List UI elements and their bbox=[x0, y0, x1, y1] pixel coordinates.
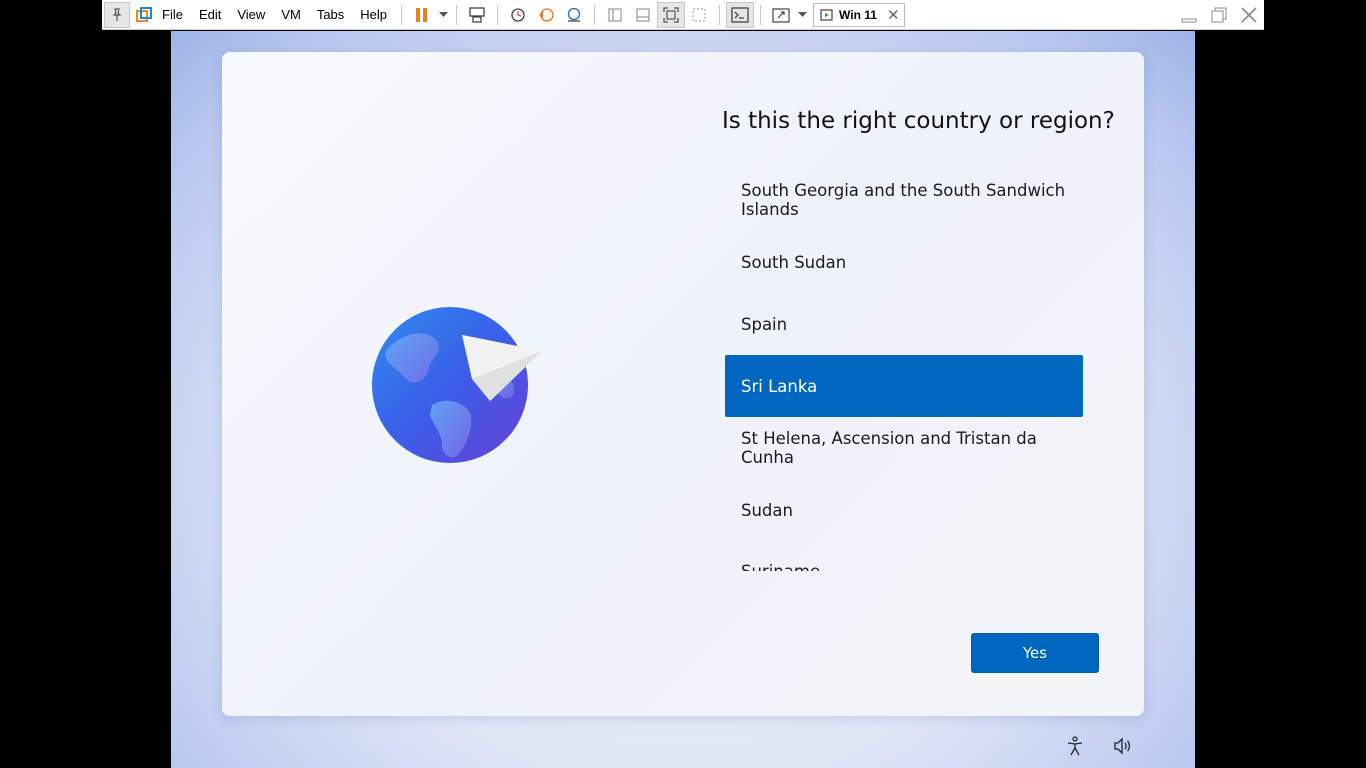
vm-running-icon bbox=[820, 8, 833, 21]
console-view-icon[interactable] bbox=[726, 1, 755, 28]
toolbar-separator bbox=[719, 4, 721, 25]
oobe-card: Is this the right country or region? Sou… bbox=[222, 52, 1144, 716]
vmware-logo-icon bbox=[134, 3, 154, 27]
toolbar-separator bbox=[456, 4, 458, 25]
snapshot-icon[interactable] bbox=[504, 2, 532, 28]
toolbar-separator bbox=[401, 4, 403, 25]
list-item-selected[interactable]: Sri Lanka bbox=[725, 355, 1083, 417]
tab-title: Win 11 bbox=[839, 7, 877, 22]
globe-illustration-icon bbox=[372, 305, 547, 465]
tab-win11[interactable]: Win 11 ✕ bbox=[813, 2, 905, 27]
window-controls bbox=[1174, 0, 1264, 30]
stretch-guest-icon[interactable] bbox=[767, 2, 795, 28]
region-label: Spain bbox=[741, 314, 788, 334]
thumbnail-bar-icon[interactable] bbox=[629, 2, 657, 28]
list-item[interactable]: Sudan bbox=[725, 479, 1083, 541]
list-item[interactable]: St Helena, Ascension and Tristan da Cunh… bbox=[725, 417, 1083, 479]
toolbar-separator bbox=[594, 4, 596, 25]
show-library-icon[interactable] bbox=[601, 2, 629, 28]
list-item[interactable]: Spain bbox=[725, 293, 1083, 355]
list-item[interactable]: South Sudan bbox=[725, 231, 1083, 293]
menu-edit[interactable]: Edit bbox=[191, 2, 229, 28]
region-label: Suriname bbox=[741, 562, 820, 571]
region-label: Sri Lanka bbox=[741, 376, 818, 396]
restore-icon[interactable] bbox=[1204, 0, 1234, 30]
list-item[interactable]: Suriname bbox=[725, 541, 1083, 571]
close-icon[interactable]: ✕ bbox=[887, 6, 900, 24]
chevron-down-icon[interactable] bbox=[795, 2, 809, 28]
page-title: Is this the right country or region? bbox=[722, 108, 1115, 134]
yes-button[interactable]: Yes bbox=[971, 633, 1099, 673]
toolbar-separator bbox=[760, 4, 762, 25]
menu-help[interactable]: Help bbox=[352, 2, 395, 28]
close-window-icon[interactable] bbox=[1234, 0, 1264, 30]
vm-screen[interactable]: Is this the right country or region? Sou… bbox=[171, 31, 1195, 768]
menu-view[interactable]: View bbox=[229, 2, 273, 28]
menu-file[interactable]: File bbox=[154, 2, 191, 28]
unity-icon[interactable] bbox=[685, 2, 713, 28]
chevron-down-icon[interactable] bbox=[436, 2, 450, 28]
menu-tabs[interactable]: Tabs bbox=[309, 2, 352, 28]
toolbar-separator bbox=[497, 4, 499, 25]
volume-icon[interactable] bbox=[1112, 735, 1134, 757]
accessibility-icon[interactable] bbox=[1064, 735, 1086, 757]
vmware-toolbar: File Edit View VM Tabs Help Win 11 ✕ bbox=[102, 0, 1264, 30]
pin-icon[interactable] bbox=[104, 1, 130, 28]
menu-vm[interactable]: VM bbox=[273, 2, 309, 28]
snapshot-manager-icon[interactable] bbox=[560, 2, 588, 28]
send-ctrl-alt-del-icon[interactable] bbox=[463, 2, 491, 28]
region-label: South Georgia and the South Sandwich Isl… bbox=[741, 181, 1066, 219]
region-list[interactable]: South Georgia and the South Sandwich Isl… bbox=[725, 169, 1083, 599]
minimize-icon[interactable] bbox=[1174, 0, 1204, 30]
pause-icon[interactable] bbox=[408, 2, 436, 28]
region-label: Sudan bbox=[741, 500, 793, 520]
list-item[interactable]: South Georgia and the South Sandwich Isl… bbox=[725, 169, 1083, 231]
revert-snapshot-icon[interactable] bbox=[532, 2, 560, 28]
region-label: St Helena, Ascension and Tristan da Cunh… bbox=[741, 429, 1037, 467]
region-label: South Sudan bbox=[741, 252, 847, 272]
full-screen-icon[interactable] bbox=[657, 1, 686, 28]
